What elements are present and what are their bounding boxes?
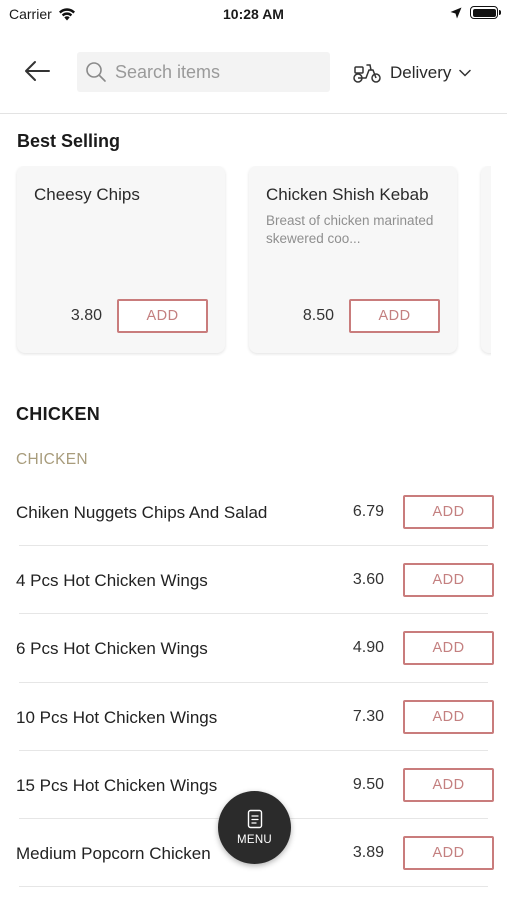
add-button[interactable]: ADD — [117, 299, 208, 333]
divider — [19, 886, 488, 888]
item-name: 6 Pcs Hot Chicken Wings — [16, 639, 208, 659]
item-price: 6.79 — [352, 503, 384, 520]
best-selling-carousel[interactable]: Cheesy Chips 3.80 ADD Chicken Shish Keba… — [0, 166, 491, 356]
category-title: CHICKEN — [16, 404, 101, 424]
best-selling-card[interactable]: Chicken Shish Kebab Breast of chicken ma… — [249, 166, 457, 353]
add-button[interactable]: ADD — [349, 299, 440, 333]
status-right — [450, 6, 501, 19]
menu-fab-label: MENU — [236, 834, 273, 846]
scooter-icon — [353, 64, 381, 83]
search-icon — [86, 62, 106, 82]
screen: Carrier 10:28 AM Search items Delivery B… — [0, 0, 507, 900]
location-arrow-icon — [450, 7, 462, 18]
item-name: Chiken Nuggets Chips And Salad — [16, 503, 268, 522]
product-name: Cheesy Chips — [34, 185, 140, 204]
menu-item[interactable]: 10 Pcs Hot Chicken Wings 7.30 ADD — [0, 683, 507, 751]
item-price: 3.60 — [352, 571, 384, 589]
best-selling-card-partial[interactable] — [481, 166, 491, 353]
search-bar[interactable] — [77, 52, 330, 92]
add-button[interactable]: ADD — [403, 631, 494, 666]
add-button[interactable]: ADD — [403, 767, 494, 802]
item-price: 4.90 — [352, 639, 384, 657]
arrow-left-icon — [25, 61, 50, 81]
header: Delivery — [0, 30, 507, 114]
chevron-down-icon — [459, 69, 472, 77]
add-button[interactable]: ADD — [403, 563, 494, 598]
add-button[interactable]: ADD — [403, 835, 494, 870]
menu-fab-button[interactable]: MENU — [218, 791, 291, 864]
menu-book-icon — [247, 809, 262, 829]
product-description: Breast of chicken marinated skewered coo… — [266, 213, 434, 246]
delivery-selector[interactable]: Delivery — [352, 58, 472, 88]
back-button[interactable] — [20, 56, 54, 86]
best-selling-title: Best Selling — [17, 131, 121, 151]
status-bar: Carrier 10:28 AM — [0, 0, 507, 30]
menu-item[interactable]: 6 Pcs Hot Chicken Wings 4.90 ADD — [0, 614, 507, 683]
add-button[interactable]: ADD — [403, 699, 494, 734]
item-price: 9.50 — [352, 775, 384, 793]
product-name: Chicken Shish Kebab — [266, 185, 429, 204]
delivery-label: Delivery — [390, 63, 452, 82]
item-name: 10 Pcs Hot Chicken Wings — [16, 707, 218, 727]
product-price: 8.50 — [302, 307, 334, 324]
battery-icon — [470, 6, 501, 19]
status-time: 10:28 AM — [223, 6, 284, 22]
menu-item[interactable]: 4 Pcs Hot Chicken Wings 3.60 ADD — [0, 546, 507, 615]
item-name: 15 Pcs Hot Chicken Wings — [16, 775, 218, 795]
best-selling-card[interactable]: Cheesy Chips 3.80 ADD — [17, 166, 225, 353]
search-input[interactable] — [115, 61, 315, 83]
product-price: 3.80 — [70, 307, 102, 324]
item-price: 3.89 — [352, 843, 384, 861]
add-button[interactable]: ADD — [403, 495, 494, 529]
menu-item[interactable]: Chiken Nuggets Chips And Salad 6.79 ADD — [0, 478, 507, 547]
item-price: 7.30 — [352, 707, 384, 725]
item-name: 4 Pcs Hot Chicken Wings — [16, 571, 208, 591]
item-name: Medium Popcorn Chicken — [16, 843, 211, 863]
subcategory-title: CHICKEN — [16, 451, 88, 468]
